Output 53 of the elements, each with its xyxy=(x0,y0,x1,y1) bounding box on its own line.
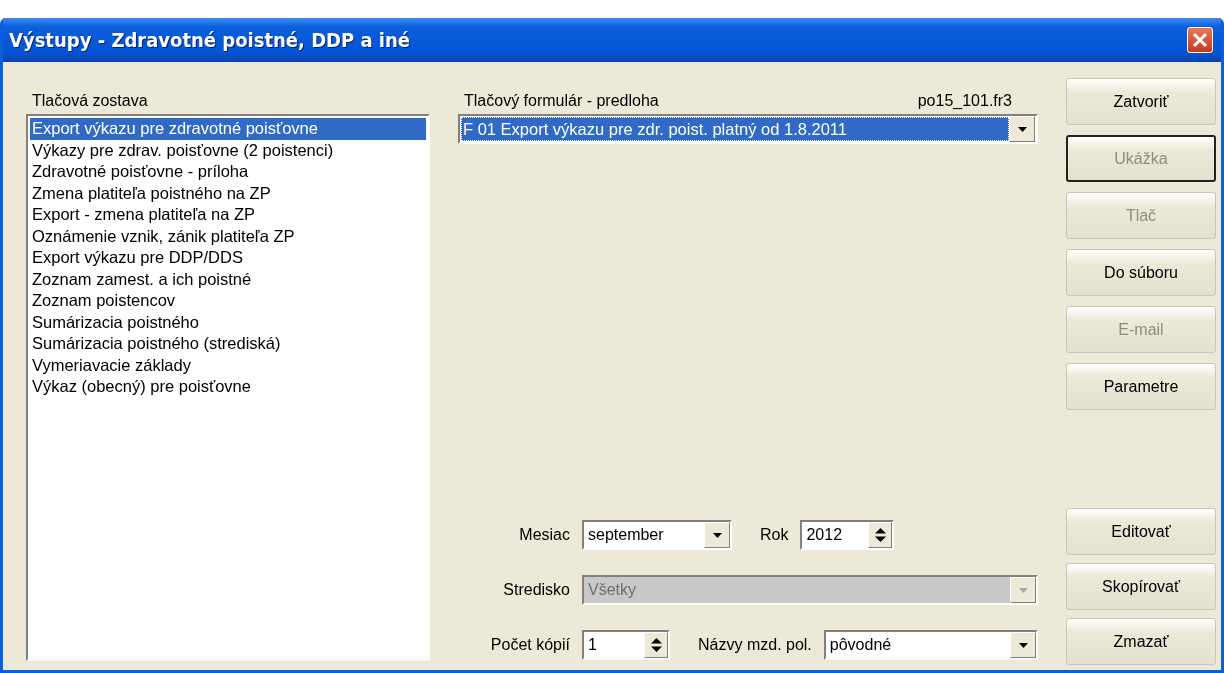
dropdown-button[interactable] xyxy=(704,522,730,548)
report-list[interactable] xyxy=(26,114,430,661)
field-label: Počet kópií xyxy=(489,636,570,654)
form-dropdown[interactable]: F 01 Export výkazu pre zdr. poist. platný od 1.8.2011 xyxy=(458,114,1038,144)
list-item[interactable]: Zoznam zamest. a ich poistné xyxy=(30,268,426,290)
list-item[interactable]: Výkaz (obecný) pre poisťovne xyxy=(30,376,426,398)
dialog-button[interactable]: Zmazať xyxy=(1066,618,1216,665)
spinner-buttons[interactable] xyxy=(644,632,668,658)
close-icon xyxy=(1192,32,1208,48)
list-item[interactable]: Vymeriavacie základy xyxy=(30,354,426,376)
dropdown-value: F 01 Export výkazu pre zdr. poist. platný od 1.8.2011 xyxy=(461,117,1009,141)
dialog-button[interactable]: Editovať xyxy=(1066,508,1216,555)
field-value: september xyxy=(588,526,665,544)
list-item[interactable]: Zdravotné poisťovne - príloha xyxy=(30,161,426,183)
dropdown-arrow-icon xyxy=(712,532,722,538)
list-item[interactable]: Oznámenie vznik, zánik platiteľa ZP xyxy=(30,225,426,247)
window-title: Výstupy - Zdravotné poistné, DDP a iné xyxy=(9,28,411,52)
dropdown-arrow-icon xyxy=(1018,587,1028,593)
field-label: Mesiac xyxy=(518,526,570,544)
list-item[interactable]: Výkazy pre zdrav. poisťovne (2 poistenci) xyxy=(30,139,426,161)
up-down-arrows-icon xyxy=(874,527,886,543)
field-label: Názvy mzd. pol. xyxy=(698,636,812,654)
list-item[interactable]: Sumárizacia poistného xyxy=(30,311,426,333)
list-item[interactable]: Zoznam poistencov xyxy=(30,290,426,312)
spinner-field[interactable]: 1 xyxy=(582,630,670,660)
dialog-button[interactable]: Do súboru xyxy=(1066,249,1216,296)
spinner-field[interactable]: 2012 xyxy=(800,520,895,550)
dropdown-field[interactable]: september xyxy=(582,520,732,550)
list-label: Tlačová zostava xyxy=(31,92,149,111)
form-label: Tlačový formulár - predloha xyxy=(464,92,659,111)
dropdown-button[interactable] xyxy=(1009,116,1035,142)
list-item[interactable]: Sumárizacia poistného (strediská) xyxy=(30,333,426,355)
dialog-button[interactable]: Parametre xyxy=(1066,363,1216,410)
field-label: Stredisko xyxy=(502,581,570,599)
up-down-arrows-icon xyxy=(650,637,662,653)
list-item[interactable]: Export výkazu pre zdravotné poisťovne xyxy=(30,118,426,140)
dropdown-button[interactable] xyxy=(1010,632,1036,658)
dialog-button[interactable]: Skopírovať xyxy=(1066,563,1216,610)
list-item[interactable]: Export - zmena platiteľa na ZP xyxy=(30,204,426,226)
field-value: Všetky xyxy=(588,581,637,599)
dropdown-field[interactable]: pôvodné xyxy=(823,630,1038,660)
list-item[interactable]: Export výkazu pre DDP/DDS xyxy=(30,247,426,269)
field-value: 1 xyxy=(588,636,598,654)
field-value: pôvodné xyxy=(829,636,893,654)
list-item[interactable]: Zmena platiteľa poistného na ZP xyxy=(30,182,426,204)
spinner-buttons[interactable] xyxy=(868,522,893,548)
close-button[interactable] xyxy=(1187,27,1213,53)
field-label: Rok xyxy=(760,526,789,544)
dropdown-arrow-icon xyxy=(1017,126,1027,132)
field-value: 2012 xyxy=(806,526,844,544)
dialog-button[interactable]: Zatvoriť xyxy=(1066,78,1216,125)
file-name: po15_101.fr3 xyxy=(917,92,1012,111)
dropdown-arrow-icon xyxy=(1018,642,1028,648)
